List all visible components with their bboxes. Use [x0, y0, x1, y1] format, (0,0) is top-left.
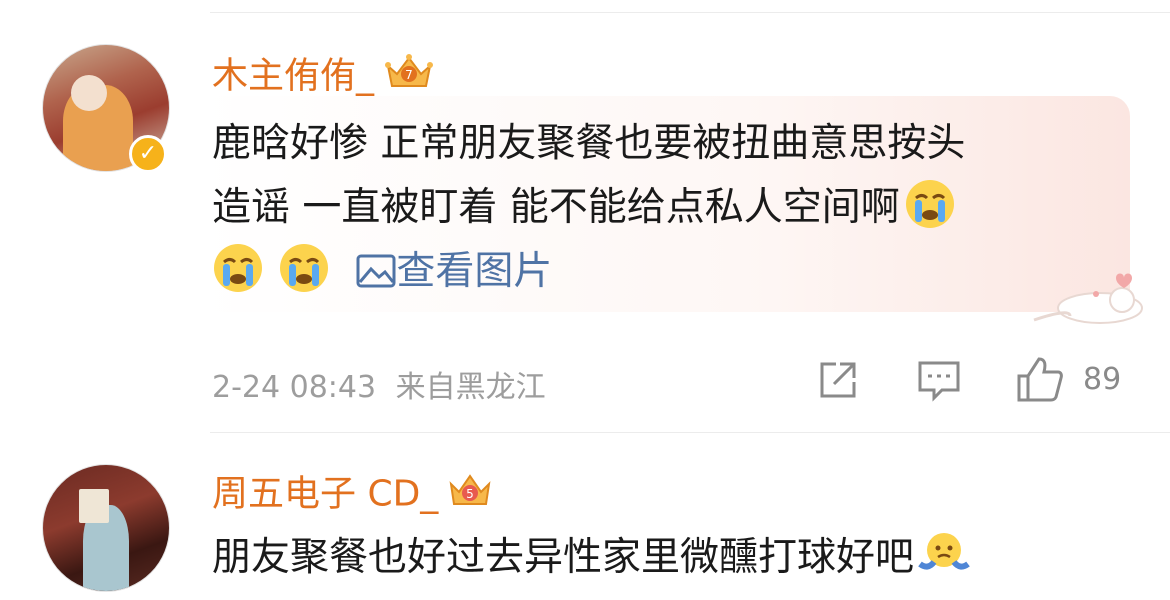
view-image-link[interactable]: 查看图片	[356, 249, 552, 294]
avatar[interactable]	[42, 464, 170, 592]
crying-emoji	[212, 242, 264, 294]
comment-item: ✓ 木主侑侑_ 7 鹿晗好惨 正常朋友聚餐也要被扭曲意思按头 造谣 一直被盯着 …	[0, 0, 1170, 430]
comment-meta: 2-24 08:43 来自黑龙江	[212, 362, 546, 406]
crown-badge-icon: 7	[382, 52, 436, 103]
verified-icon: ✓	[129, 135, 167, 173]
like-count: 89	[1083, 362, 1122, 397]
comment-text-line-3: 查看图片	[212, 240, 965, 304]
crying-emoji	[904, 178, 956, 230]
image-icon	[356, 254, 396, 288]
username[interactable]: 木主侑侑_ 7	[212, 52, 436, 103]
svg-text:7: 7	[405, 68, 413, 82]
comment-icon	[918, 361, 960, 402]
username-text[interactable]: 木主侑侑_	[212, 56, 374, 97]
username[interactable]: 周五电子 CD_ 5	[212, 470, 494, 521]
avatar-sign	[79, 489, 109, 523]
share-button[interactable]	[816, 358, 860, 406]
comment-text-line: 鹿晗好惨 正常朋友聚餐也要被扭曲意思按头	[212, 121, 966, 166]
comment-button[interactable]	[916, 358, 962, 406]
share-icon	[820, 362, 856, 398]
like-button[interactable]	[1015, 354, 1065, 408]
crying-emoji	[278, 242, 330, 294]
comment-divider	[210, 432, 1170, 433]
comment-text: 鹿晗好惨 正常朋友聚餐也要被扭曲意思按头 造谣 一直被盯着 能不能给点私人空间啊…	[212, 112, 965, 304]
shrug-emoji	[918, 528, 970, 580]
crown-badge-icon: 5	[446, 470, 494, 521]
svg-text:5: 5	[466, 487, 474, 501]
like-icon	[1017, 357, 1063, 402]
comment-item: 周五电子 CD_ 5 朋友聚餐也好过去异性家里微醺打球好吧	[0, 440, 1170, 597]
comment-text-line-2: 造谣 一直被盯着 能不能给点私人空间啊	[212, 176, 965, 240]
username-text[interactable]: 周五电子 CD_	[212, 474, 438, 515]
cat-sticker	[1030, 268, 1150, 332]
comment-text: 朋友聚餐也好过去异性家里微醺打球好吧	[212, 526, 970, 590]
timestamp: 2-24 08:43	[212, 370, 377, 405]
avatar-figure-head	[71, 75, 107, 111]
location: 来自黑龙江	[395, 370, 546, 405]
